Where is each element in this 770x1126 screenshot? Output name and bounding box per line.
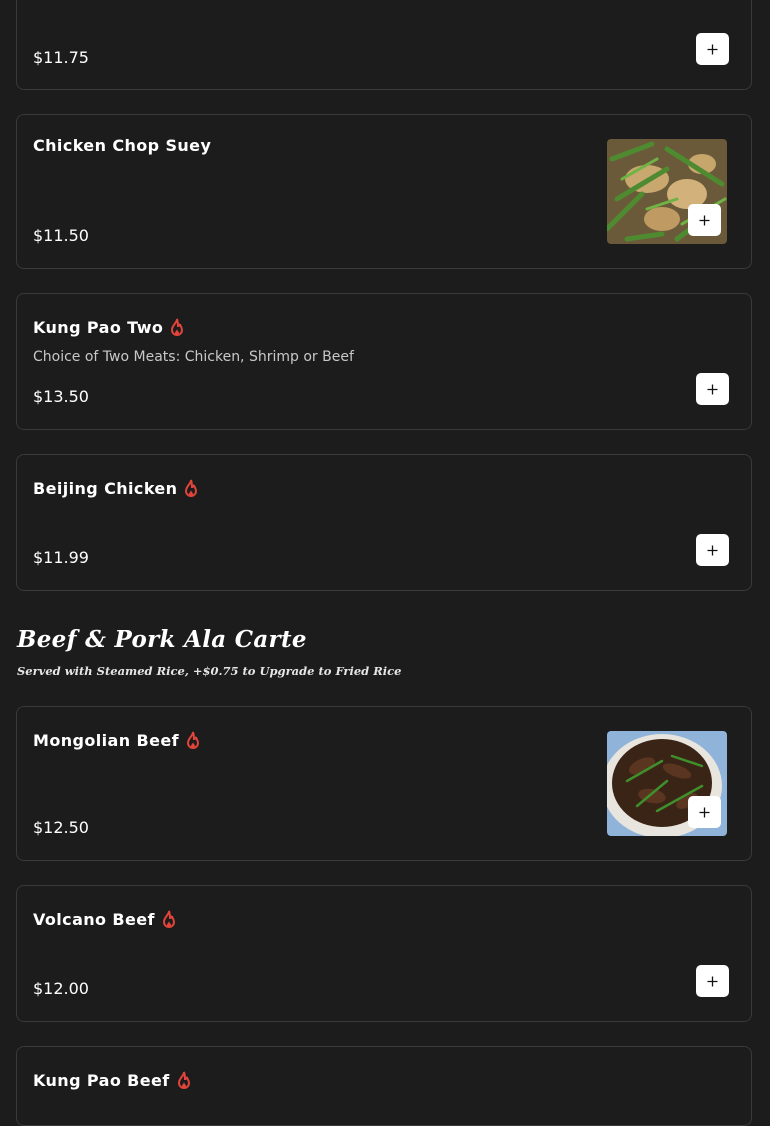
- plus-icon: [707, 44, 718, 54]
- add-to-cart-button[interactable]: [688, 796, 721, 828]
- item-name: Chicken Chop Suey: [33, 136, 212, 155]
- item-price: $11.99: [33, 548, 89, 567]
- menu-item-card[interactable]: Beijing Chicken $11.99: [16, 454, 752, 591]
- add-to-cart-button[interactable]: [696, 534, 729, 566]
- item-name: Mongolian Beef: [33, 731, 201, 750]
- item-name: Kung Pao Beef: [33, 1071, 192, 1090]
- add-to-cart-button[interactable]: [688, 204, 721, 236]
- item-price: $11.50: [33, 226, 89, 245]
- add-to-cart-button[interactable]: [696, 965, 729, 997]
- item-name: Volcano Beef: [33, 910, 177, 929]
- plus-icon: [707, 976, 718, 986]
- plus-icon: [699, 807, 710, 817]
- item-price: $13.50: [33, 387, 89, 406]
- menu-item-card[interactable]: Kung Pao Two Choice of Two Meats: Chicke…: [16, 293, 752, 430]
- plus-icon: [699, 215, 710, 225]
- add-to-cart-button[interactable]: [696, 373, 729, 405]
- flame-icon: [162, 910, 175, 928]
- flame-icon: [171, 318, 184, 336]
- flame-icon: [177, 1071, 190, 1089]
- item-price: $12.00: [33, 979, 89, 998]
- plus-icon: [707, 545, 718, 555]
- menu-item-card[interactable]: Chicken Chop Suey $11.50: [16, 114, 752, 269]
- item-price: $12.50: [33, 818, 89, 837]
- flame-icon: [186, 731, 199, 749]
- menu-item-card[interactable]: Mongolian Beef $12.50: [16, 706, 752, 861]
- menu-item-card[interactable]: $11.75: [16, 0, 752, 90]
- section-title: Beef & Pork Ala Carte: [17, 626, 307, 653]
- item-description: Choice of Two Meats: Chicken, Shrimp or …: [33, 349, 354, 365]
- menu-item-card[interactable]: Kung Pao Beef: [16, 1046, 752, 1126]
- flame-icon: [185, 479, 198, 497]
- section-subtitle: Served with Steamed Rice, +$0.75 to Upgr…: [17, 664, 402, 678]
- menu-item-card[interactable]: Volcano Beef $12.00: [16, 885, 752, 1022]
- item-price: $11.75: [33, 48, 89, 67]
- plus-icon: [707, 384, 718, 394]
- item-name: Kung Pao Two: [33, 318, 185, 337]
- add-to-cart-button[interactable]: [696, 33, 729, 65]
- item-name: Beijing Chicken: [33, 479, 199, 498]
